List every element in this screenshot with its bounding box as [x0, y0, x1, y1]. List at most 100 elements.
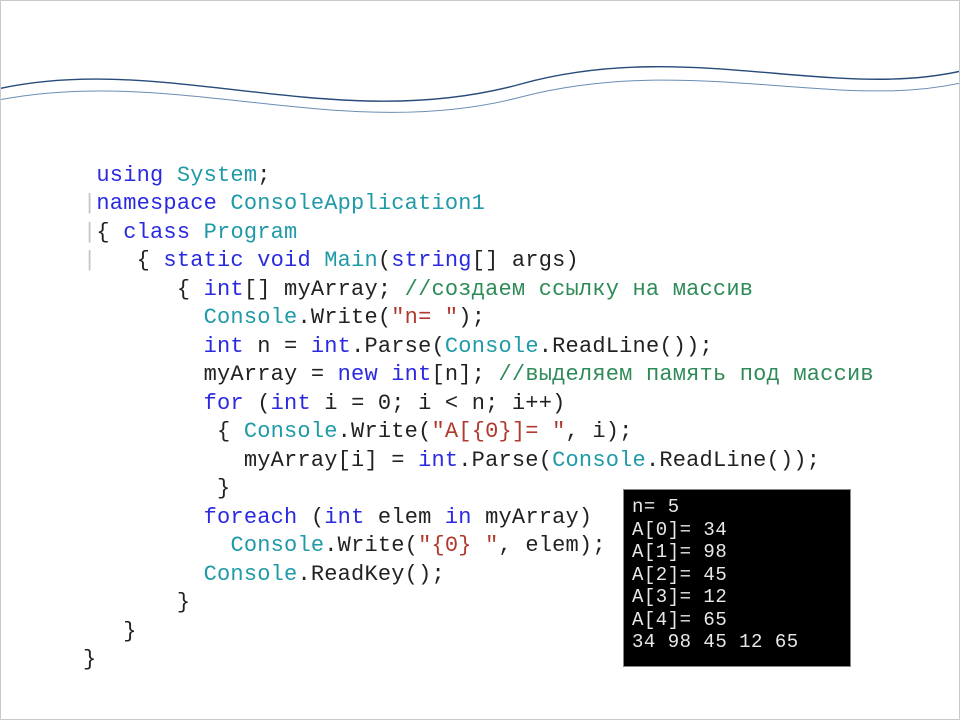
- indent: myArray =: [83, 362, 338, 387]
- ns-name: ConsoleApplication1: [217, 191, 485, 216]
- code-line: { int[] myArray; //создаем ссылку на мас…: [83, 277, 753, 302]
- guide: |: [83, 220, 96, 245]
- console-line: 34 98 45 12 65: [632, 631, 799, 653]
- code-line: { Console.Write("A[{0}]= ", i);: [83, 419, 633, 444]
- string: "n= ": [391, 305, 458, 330]
- brace: }: [83, 619, 137, 644]
- indent: [83, 305, 204, 330]
- console-line: A[1]= 98: [632, 541, 727, 563]
- console-line: A[2]= 45: [632, 564, 727, 586]
- kw-int: int: [311, 334, 351, 359]
- string: "{0} ": [418, 533, 498, 558]
- slide: using System; |namespace ConsoleApplicat…: [0, 0, 960, 720]
- console-output: n= 5 A[0]= 34 A[1]= 98 A[2]= 45 A[3]= 12…: [623, 489, 851, 667]
- kw-class: class: [123, 220, 190, 245]
- comment: //выделяем память под массив: [499, 362, 874, 387]
- guide: |: [83, 191, 96, 216]
- console-line: A[0]= 34: [632, 519, 727, 541]
- kw-new: new: [338, 362, 378, 387]
- indent: {: [83, 277, 204, 302]
- indent: {: [96, 248, 163, 273]
- paren: (: [244, 391, 271, 416]
- type-console: Console: [552, 448, 646, 473]
- method-name: Main: [311, 248, 378, 273]
- type-console: Console: [230, 533, 324, 558]
- call: .ReadLine());: [646, 448, 820, 473]
- type-console: Console: [204, 305, 298, 330]
- brace: }: [83, 590, 190, 615]
- var: elem: [364, 505, 444, 530]
- call: .Parse(: [458, 448, 552, 473]
- brace: {: [96, 220, 123, 245]
- console-line: A[4]= 65: [632, 609, 727, 631]
- kw-int: int: [271, 391, 311, 416]
- indent: [83, 562, 204, 587]
- kw-foreach: foreach: [204, 505, 298, 530]
- decl: [] myArray;: [244, 277, 405, 302]
- decorative-swoosh: [0, 29, 960, 149]
- kw-namespace: namespace: [96, 191, 217, 216]
- semi: );: [458, 305, 485, 330]
- call: .ReadLine());: [539, 334, 713, 359]
- call: .Write(: [297, 305, 391, 330]
- kw-int: int: [324, 505, 364, 530]
- code-line: }: [83, 590, 190, 615]
- type-console: Console: [204, 562, 298, 587]
- code-line: }: [83, 647, 96, 672]
- call: .Parse(: [351, 334, 445, 359]
- indent: [83, 334, 204, 359]
- comment: //создаем ссылку на массив: [405, 277, 753, 302]
- code-line: using System;: [83, 163, 271, 188]
- loop: i = 0; i < n; i++): [311, 391, 566, 416]
- kw-static: static: [163, 248, 243, 273]
- code-line: for (int i = 0; i < n; i++): [83, 391, 566, 416]
- call: .ReadKey();: [297, 562, 444, 587]
- paren: (: [378, 248, 391, 273]
- alloc: [n];: [432, 362, 499, 387]
- semi: , elem);: [499, 533, 606, 558]
- paren: (: [297, 505, 324, 530]
- class-name: Program: [190, 220, 297, 245]
- type-system: System: [163, 163, 257, 188]
- call: .Write(: [324, 533, 418, 558]
- kw-for: for: [204, 391, 244, 416]
- kw-string: string: [391, 248, 471, 273]
- indent: {: [83, 419, 244, 444]
- string: "A[{0}]= ": [431, 419, 565, 444]
- code-line: |{ class Program: [83, 220, 297, 245]
- code-line: }: [83, 619, 137, 644]
- code-line: myArray[i] = int.Parse(Console.ReadLine(…: [83, 448, 820, 473]
- code-line: }: [83, 476, 230, 501]
- code-line: |namespace ConsoleApplication1: [83, 191, 485, 216]
- semi: ;: [257, 163, 270, 188]
- type-console: Console: [244, 419, 338, 444]
- call: .Write(: [338, 419, 432, 444]
- indent: [83, 533, 230, 558]
- kw-using: using: [96, 163, 163, 188]
- type-console: Console: [445, 334, 539, 359]
- assign: n =: [244, 334, 311, 359]
- brace: }: [83, 476, 230, 501]
- kw-void: void: [244, 248, 311, 273]
- code-line: Console.Write("n= ");: [83, 305, 485, 330]
- semi: , i);: [566, 419, 633, 444]
- coll: myArray): [472, 505, 593, 530]
- code-line: myArray = new int[n]; //выделяем память …: [83, 362, 874, 387]
- code-line: int n = int.Parse(Console.ReadLine());: [83, 334, 713, 359]
- console-line: A[3]= 12: [632, 586, 727, 608]
- brace: }: [83, 647, 96, 672]
- kw-int: int: [418, 448, 458, 473]
- code-line: | { static void Main(string[] args): [83, 248, 579, 273]
- kw-int: int: [391, 362, 431, 387]
- guide: |: [83, 248, 96, 273]
- kw-int: int: [204, 277, 244, 302]
- code-line: Console.Write("{0} ", elem);: [83, 533, 606, 558]
- kw-in: in: [445, 505, 472, 530]
- code-line: foreach (int elem in myArray): [83, 505, 592, 530]
- indent: [83, 391, 204, 416]
- kw-int: int: [204, 334, 244, 359]
- console-line: n= 5: [632, 496, 680, 518]
- args: [] args): [472, 248, 579, 273]
- space: [378, 362, 391, 387]
- indent: [83, 505, 204, 530]
